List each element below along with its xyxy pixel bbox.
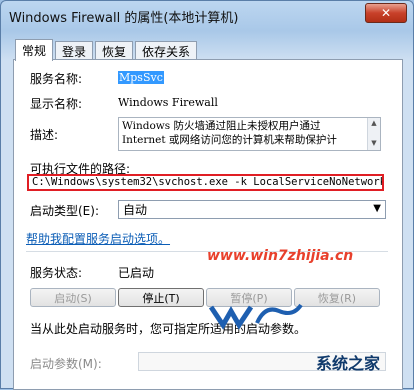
- status-value: 已启动: [118, 266, 155, 280]
- scroll-up-icon[interactable]: ▲: [368, 118, 380, 128]
- description-box[interactable]: Windows 防火墙通过阻止未授权用户通过 Internet 或网络访问您的计…: [118, 117, 381, 151]
- description-scrollbar[interactable]: ▲ ▼: [367, 118, 380, 150]
- description-label: 描述:: [30, 128, 59, 142]
- tab-dependencies[interactable]: 依存关系: [135, 41, 198, 60]
- display-name-value[interactable]: Windows Firewall: [118, 96, 218, 109]
- tab-general[interactable]: 常规: [15, 39, 54, 61]
- watermark-site-name: 系统之家: [316, 354, 381, 373]
- general-panel: 服务名称: MpsSvc 显示名称: Windows Firewall 描述: …: [13, 59, 403, 390]
- status-label: 服务状态:: [30, 266, 83, 280]
- display-name-label: 显示名称:: [30, 97, 83, 111]
- description-line-1: Windows 防火墙通过阻止未授权用户通过: [122, 120, 321, 132]
- service-name-label: 服务名称:: [30, 72, 83, 86]
- watermark-url: www.win7zhijia.cn: [207, 248, 354, 264]
- startup-type-select[interactable]: 自动 ▼: [118, 200, 386, 219]
- tab-recovery[interactable]: 恢复: [95, 41, 134, 60]
- chevron-down-icon: ▼: [373, 203, 381, 214]
- close-icon: ✕: [380, 6, 392, 20]
- service-name-text: MpsSvc: [118, 71, 164, 84]
- properties-dialog: Windows Firewall 的属性(本地计算机) ✕ 常规 登录 恢复 依…: [0, 0, 414, 390]
- close-button[interactable]: ✕: [365, 3, 407, 23]
- stop-button[interactable]: 停止(T): [118, 288, 204, 307]
- executable-path[interactable]: C:\Windows\system32\svchost.exe -k Local…: [27, 174, 384, 191]
- description-line-2: Internet 或网络访问您的计算机来帮助保护计: [122, 134, 337, 146]
- window-title: Windows Firewall 的属性(本地计算机): [9, 11, 239, 26]
- scroll-down-icon[interactable]: ▼: [368, 138, 380, 148]
- help-configure-link[interactable]: 帮助我配置服务启动选项。: [26, 230, 170, 247]
- tab-logon[interactable]: 登录: [55, 41, 94, 60]
- watermark-logo: [209, 303, 303, 330]
- startup-type-value: 自动: [123, 203, 148, 217]
- start-button[interactable]: 启动(S): [30, 288, 116, 307]
- service-name-value[interactable]: MpsSvc: [118, 71, 164, 84]
- startup-type-label: 启动类型(E):: [30, 204, 99, 218]
- tab-bar: 常规 登录 恢复 依存关系: [15, 39, 199, 61]
- start-params-label: 启动参数(M):: [30, 357, 102, 371]
